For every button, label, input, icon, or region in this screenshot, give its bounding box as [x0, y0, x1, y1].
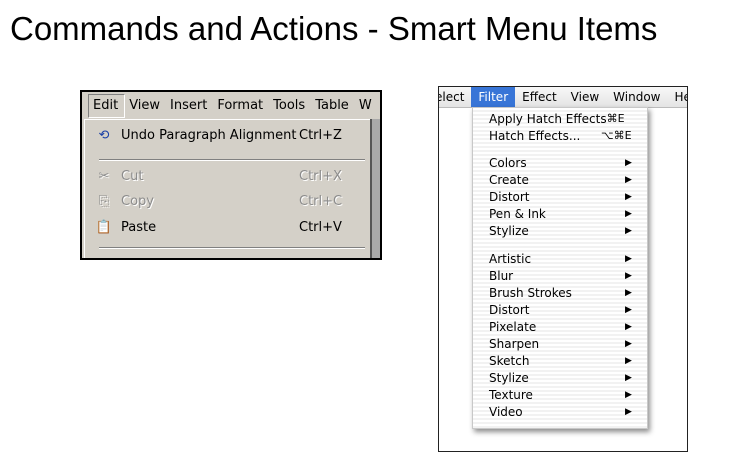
menu-item-shortcut: Ctrl+Z [299, 127, 342, 143]
submenu-arrow-icon: ▶ [625, 287, 632, 298]
menu-separator [99, 247, 365, 249]
menu-item-shortcut: Ctrl+X [299, 168, 342, 184]
menu-item-label: Brush Strokes [489, 285, 572, 300]
menu-item-label: Pixelate [489, 319, 537, 334]
submenu-arrow-icon: ▶ [625, 174, 632, 185]
submenu-arrow-icon: ▶ [625, 389, 632, 400]
copy-icon: ⎘ [98, 193, 110, 209]
menu-item-submenu[interactable]: Pen & Ink ▶ [473, 205, 647, 222]
menu-item-label: Stylize [489, 370, 529, 385]
submenu-arrow-icon: ▶ [625, 304, 632, 315]
menu-item-label: Pen & Ink [489, 206, 546, 221]
menu-item-submenu[interactable]: Blur ▶ [473, 267, 647, 284]
menu-item-paste[interactable]: 📋 Paste Ctrl+V [85, 216, 371, 238]
menu-item-label: Hatch Effects... [489, 128, 581, 143]
submenu-arrow-icon: ▶ [625, 355, 632, 366]
submenu-arrow-icon: ▶ [625, 338, 632, 349]
menu-item-submenu[interactable]: Create ▶ [473, 171, 647, 188]
edit-dropdown: ⟲ Undo Paragraph Alignment Ctrl+Z ✂ Cut … [84, 119, 375, 258]
mac-menubar: elect Filter Effect View Window He [439, 87, 687, 108]
menu-item-label: Sharpen [489, 336, 540, 351]
menu-item-label: Apply Hatch Effects [489, 111, 607, 126]
menu-item-label: Blur [489, 268, 514, 283]
menu-item-copy[interactable]: ⎘ Copy Ctrl+C [85, 190, 371, 212]
menu-item-submenu[interactable]: Brush Strokes ▶ [473, 284, 647, 301]
menu-item-label: Distort [489, 189, 530, 204]
submenu-arrow-icon: ▶ [625, 372, 632, 383]
menubar-item-view[interactable]: View [125, 95, 166, 117]
paste-icon: 📋 [95, 219, 113, 235]
menu-item-apply-hatch-effects[interactable]: Apply Hatch Effects ⌘E [473, 110, 647, 127]
menu-item-shortcut: ⌘E [606, 112, 625, 125]
menu-item-submenu[interactable]: Colors ▶ [473, 154, 647, 171]
menu-item-submenu[interactable]: Texture ▶ [473, 386, 647, 403]
menu-item-submenu[interactable]: Video ▶ [473, 403, 647, 420]
menubar-item-window[interactable]: Window [606, 87, 667, 107]
filter-dropdown: Apply Hatch Effects ⌘E Hatch Effects... … [472, 107, 648, 429]
menu-item-hatch-effects[interactable]: Hatch Effects... ⌥⌘E [473, 127, 647, 144]
menubar-item-view[interactable]: View [564, 87, 606, 107]
menu-item-label: Copy [121, 193, 154, 209]
menubar-item-tools[interactable]: Tools [269, 95, 311, 117]
menu-separator [99, 159, 365, 161]
submenu-arrow-icon: ▶ [625, 253, 632, 264]
submenu-arrow-icon: ▶ [625, 157, 632, 168]
menu-item-shortcut: ⌥⌘E [601, 129, 632, 142]
menu-item-undo[interactable]: ⟲ Undo Paragraph Alignment Ctrl+Z [85, 124, 371, 146]
menubar-item-table[interactable]: Table [311, 95, 355, 117]
menu-item-submenu[interactable]: Distort ▶ [473, 188, 647, 205]
submenu-arrow-icon: ▶ [625, 208, 632, 219]
menu-item-label: Undo Paragraph Alignment [121, 127, 297, 143]
menu-item-submenu[interactable]: Sharpen ▶ [473, 335, 647, 352]
menu-item-shortcut: Ctrl+V [299, 219, 342, 235]
menu-item-label: Sketch [489, 353, 530, 368]
slide-title: Commands and Actions - Smart Menu Items [10, 10, 658, 47]
menubar-item-insert[interactable]: Insert [166, 95, 213, 117]
menu-item-submenu[interactable]: Sketch ▶ [473, 352, 647, 369]
menubar-item-help[interactable]: He [667, 87, 687, 107]
submenu-arrow-icon: ▶ [625, 321, 632, 332]
windows-edit-menu-screenshot: Edit View Insert Format Tools Table W ⟲ … [80, 90, 382, 260]
menubar-item-filter[interactable]: Filter [471, 87, 516, 107]
menubar-item-edit[interactable]: Edit [88, 93, 126, 118]
menu-item-cut[interactable]: ✂ Cut Ctrl+X [85, 165, 371, 187]
undo-icon: ⟲ [98, 127, 110, 143]
submenu-arrow-icon: ▶ [625, 225, 632, 236]
menu-item-submenu[interactable]: Pixelate ▶ [473, 318, 647, 335]
menu-item-shortcut: Ctrl+C [299, 193, 343, 209]
menubar-item-select[interactable]: elect [439, 87, 471, 107]
menu-item-submenu[interactable]: Stylize ▶ [473, 222, 647, 239]
menu-item-submenu[interactable]: Stylize ▶ [473, 369, 647, 386]
menu-item-label: Paste [121, 219, 157, 235]
menu-item-submenu[interactable]: Artistic ▶ [473, 250, 647, 267]
menubar-item-effect[interactable]: Effect [515, 87, 564, 107]
menubar-item-format[interactable]: Format [213, 95, 269, 117]
windows-menubar: Edit View Insert Format Tools Table W [82, 92, 380, 119]
window-edge [370, 119, 380, 258]
menu-item-label: Video [489, 404, 523, 419]
submenu-arrow-icon: ▶ [625, 270, 632, 281]
menu-item-submenu[interactable]: Distort ▶ [473, 301, 647, 318]
cut-icon: ✂ [98, 168, 110, 184]
menu-item-label: Colors [489, 155, 527, 170]
menu-item-label: Texture [489, 387, 533, 402]
menu-item-label: Stylize [489, 223, 529, 238]
menu-item-label: Create [489, 172, 529, 187]
submenu-arrow-icon: ▶ [625, 191, 632, 202]
menubar-item-window[interactable]: W [355, 95, 378, 117]
menu-item-label: Artistic [489, 251, 532, 266]
submenu-arrow-icon: ▶ [625, 406, 632, 417]
mac-filter-menu-screenshot: elect Filter Effect View Window He Apply… [438, 86, 688, 452]
menu-item-label: Distort [489, 302, 530, 317]
menu-item-label: Cut [121, 168, 144, 184]
